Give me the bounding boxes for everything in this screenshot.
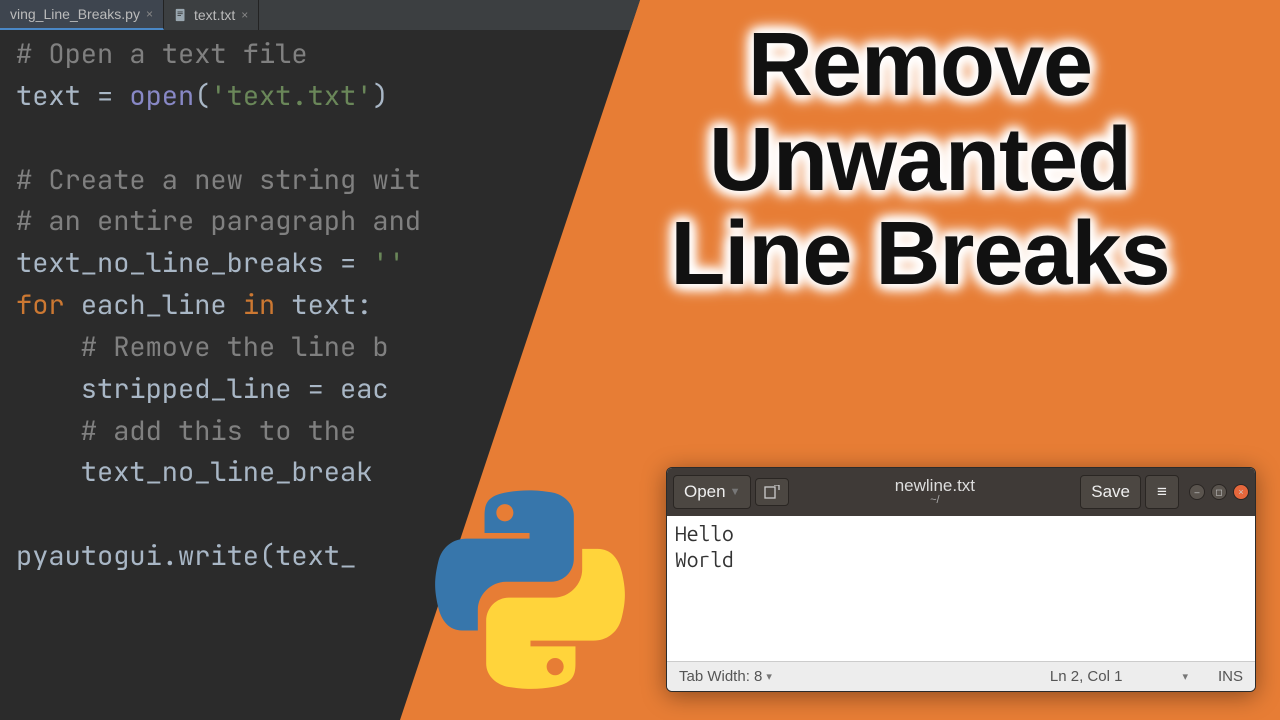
text-editor-window: Open ▼ newline.txt ~/ Save ≡ – ◻ × Hello (666, 467, 1256, 692)
tab-label: text.txt (194, 7, 235, 23)
maximize-button[interactable]: ◻ (1211, 484, 1227, 500)
window-controls: – ◻ × (1189, 484, 1249, 500)
headline-line-1: Remove (600, 18, 1240, 113)
python-logo-icon (430, 490, 630, 690)
text-file-icon (174, 8, 188, 22)
gedit-titlebar: Open ▼ newline.txt ~/ Save ≡ – ◻ × (667, 468, 1255, 516)
headline-text: Remove Unwanted Line Breaks (600, 18, 1240, 302)
chevron-down-icon: ▾ (766, 670, 772, 683)
insert-mode[interactable]: INS (1218, 668, 1243, 685)
close-button[interactable]: × (1233, 484, 1249, 500)
save-button[interactable]: Save (1080, 475, 1141, 509)
tab-width-selector[interactable]: Tab Width: 8 ▾ (679, 668, 772, 685)
minimize-button[interactable]: – (1189, 484, 1205, 500)
headline-line-2: Unwanted (600, 113, 1240, 208)
gedit-status-bar: Tab Width: 8 ▾ Ln 2, Col 1 ▾ INS (667, 661, 1255, 691)
chevron-down-icon[interactable]: ▾ (1182, 670, 1188, 683)
new-document-icon (764, 485, 780, 499)
gedit-text-area[interactable]: Hello World (667, 516, 1255, 661)
cursor-position: Ln 2, Col 1 (1050, 668, 1123, 685)
menu-button[interactable]: ≡ (1145, 475, 1179, 509)
tab-python-file[interactable]: ving_Line_Breaks.py × (0, 0, 164, 30)
new-tab-button[interactable] (755, 478, 789, 506)
open-button[interactable]: Open ▼ (673, 475, 751, 509)
tab-text-file[interactable]: text.txt × (164, 0, 259, 30)
close-icon[interactable]: × (146, 7, 153, 21)
hamburger-icon: ≡ (1157, 482, 1167, 502)
gedit-title: newline.txt ~/ (793, 477, 1076, 506)
headline-line-3: Line Breaks (600, 207, 1240, 302)
tab-label: ving_Line_Breaks.py (10, 6, 140, 22)
close-icon[interactable]: × (241, 8, 248, 22)
chevron-down-icon: ▼ (730, 486, 741, 498)
